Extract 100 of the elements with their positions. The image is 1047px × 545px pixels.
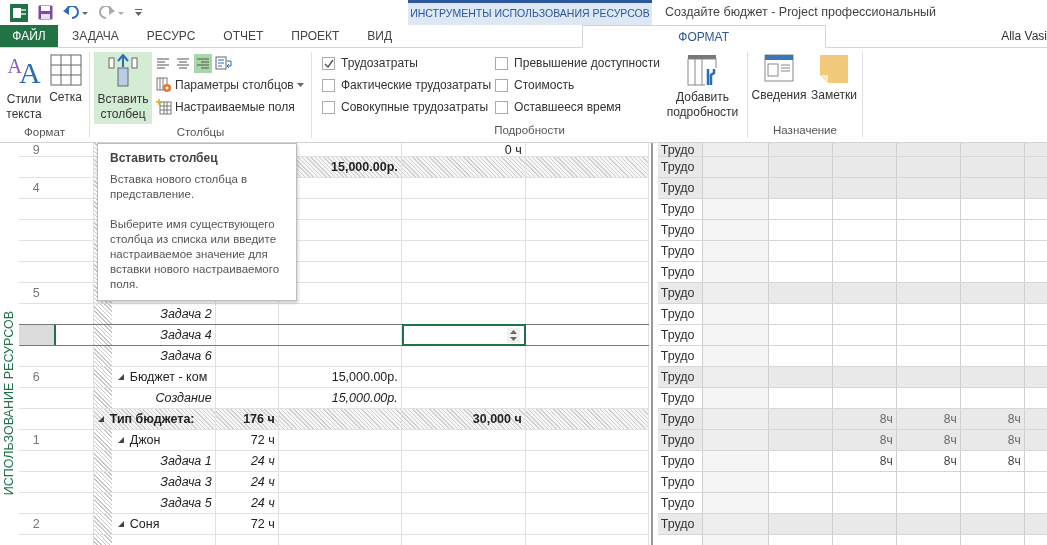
tooltip-text: Вставка нового столбца в представление. [110,172,249,203]
detail-label: Трудо [657,346,703,366]
table-cell: Соня [93,514,216,534]
detail-label: Трудо [657,241,703,261]
detail-label: Трудо [657,199,703,219]
cell-editor[interactable] [401,324,526,346]
ribbon-button[interactable]: Параметры столбцов [154,75,306,95]
ribbon-tab[interactable]: ПРОЕКТ [277,25,354,47]
ribbon-tab[interactable]: ФАЙЛ [0,25,58,47]
group-label: Столбцы [175,125,226,140]
detail-label: Трудо [657,304,703,324]
checkbox[interactable]: Превышение доступности [495,52,660,74]
ribbon-tab[interactable]: ЗАДАЧА [58,25,133,47]
row-header[interactable]: 6 [18,367,54,387]
detail-label: Трудо [657,409,703,429]
row-header[interactable]: 5 [18,283,54,303]
ribbon-tab[interactable]: ФОРМАТ [581,25,826,48]
column-settings-icon [156,77,172,93]
table-cell: 176 ч [215,409,279,429]
table-cell: Задача 3 [93,472,216,492]
row-header[interactable]: 1 [18,430,54,450]
group-label: Подробности [493,123,566,138]
tooltip-text: Выберите имя существующего столбца из списка или введите настраиваемое значение для вставки нового настраиваемого поля. [110,217,281,293]
table-cell: 0 ч [401,143,526,156]
detail-label: Трудо [657,472,703,492]
table-cell: 72 ч [215,514,279,534]
detail-label: Трудо [657,514,703,534]
save-icon[interactable] [38,5,53,20]
detail-label: Трудо [657,143,703,156]
customize-icon[interactable] [135,8,142,17]
check-icon [323,58,334,68]
table-cell: 8ч [832,430,897,450]
table-cell: Задача 5 [93,493,216,513]
detail-label: Трудо [657,325,703,345]
table-cell: 8ч [960,430,1025,450]
insert-column-icon [108,54,138,88]
table-cell: 72 ч [215,430,279,450]
table-cell: Создание [93,388,216,408]
collapse-icon[interactable] [117,437,124,443]
table-cell: 8ч [896,409,961,429]
table-cell: 8ч [896,430,961,450]
user-name[interactable]: Alla Vasi [1001,25,1047,47]
table-cell: 30,000 ч [401,409,526,429]
group-label: Назначение [772,123,838,138]
tooltip-title: Вставить столбец [110,151,219,166]
grid-icon [49,54,82,86]
ribbon-button[interactable]: Сведения [752,52,806,122]
checkbox[interactable]: Фактические трудозатраты [322,74,494,96]
app-icon [10,3,28,22]
checkbox[interactable]: Трудозатраты [322,52,494,74]
table-cell: Бюджет - ком [93,367,216,387]
collapse-icon[interactable] [97,416,104,422]
group-label: Формат [23,125,66,140]
detail-label: Трудо [657,367,703,387]
ribbon-button[interactable]: Добавить подробности [662,52,743,122]
ribbon-button[interactable]: Настраиваемые поля [154,97,306,117]
table-cell: 24 ч [215,451,279,471]
ribbon-tab[interactable]: ОТЧЕТ [209,25,278,47]
info-window-icon [764,54,794,84]
checkbox[interactable]: Стоимость [495,74,660,96]
table-cell: Задача 6 [93,346,216,366]
wrap-text-icon[interactable] [215,55,233,72]
table-cell: 8ч [960,409,1025,429]
spinner-icon[interactable] [508,327,518,343]
table-cell: Джон [93,430,216,450]
custom-fields-icon [156,99,172,115]
row-header[interactable]: 4 [18,178,54,198]
view-label: ИСПОЛЬЗОВАНИЕ РЕСУРСОВ [1,310,17,495]
table-cell: Задача 1 [93,451,216,471]
table-cell: 8ч [832,451,897,471]
detail-label: Трудо [657,262,703,282]
detail-label: Трудо [657,451,703,471]
ribbon-button[interactable]: Заметки [808,52,860,122]
undo-icon[interactable] [63,5,89,20]
sticky-note-icon [818,54,849,84]
context-tab-header: ИНСТРУМЕНТЫ ИСПОЛЬЗОВАНИЯ РЕСУРСОВ [408,0,652,25]
row-header[interactable]: 9 [18,143,54,156]
ribbon-tab[interactable]: ВИД [353,25,407,47]
table-cell: 24 ч [215,472,279,492]
checkbox[interactable]: Совокупные трудозатраты [322,96,494,118]
detail-label: Трудо [657,283,703,303]
table-cell: Тип бюджета: [93,409,216,429]
collapse-icon[interactable] [117,374,124,380]
detail-label: Трудо [657,388,703,408]
detail-label: Трудо [657,220,703,240]
detail-label: Трудо [657,178,703,198]
ribbon-button[interactable]: Сетка [46,52,85,124]
ribbon-tab[interactable]: РЕСУРС [132,25,210,47]
window-title: Создайте бюджет - Project профессиональный [664,4,937,22]
detail-label: Трудо [657,430,703,450]
table-cell: Задача 4 [93,325,216,345]
row-header[interactable]: 2 [18,514,54,534]
collapse-icon[interactable] [117,521,124,527]
table-cell: 8ч [832,409,897,429]
add-details-icon [687,54,718,86]
ribbon-button[interactable]: Вставить столбец [94,52,152,124]
table-cell: 8ч [896,451,961,471]
table-cell: 15,000.00р. [278,388,402,408]
table-cell: 15,000.00р. [278,367,402,387]
checkbox[interactable]: Оставшееся время [495,96,660,118]
